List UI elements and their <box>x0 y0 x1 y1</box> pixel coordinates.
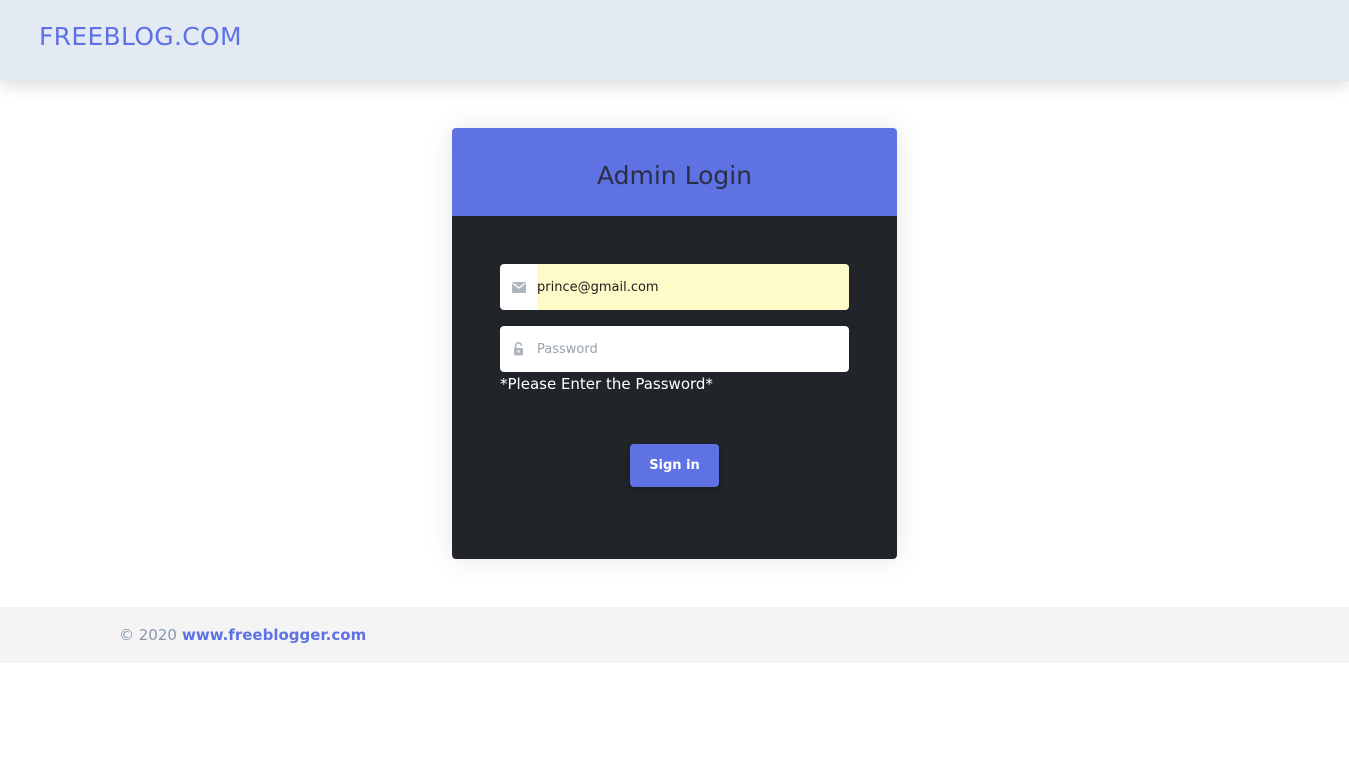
password-field-group <box>500 326 849 372</box>
footer: © 2020 www.freeblogger.com <box>0 607 1349 663</box>
envelope-icon <box>500 264 537 310</box>
copyright-text: © 2020 <box>119 626 177 644</box>
password-error-message: *Please Enter the Password* <box>500 375 713 393</box>
login-title: Admin Login <box>596 161 753 190</box>
brand-logo-link[interactable]: FREEBLOG.COM <box>39 20 242 54</box>
email-field-group <box>500 264 849 310</box>
login-card-header: Admin Login <box>452 128 897 216</box>
login-card: Admin Login *Please Enter the Passwor <box>452 128 897 559</box>
footer-website-link[interactable]: www.freeblogger.com <box>182 625 366 645</box>
sign-in-button[interactable]: Sign in <box>630 444 719 487</box>
login-card-body: *Please Enter the Password* Sign in <box>452 216 897 559</box>
password-input[interactable] <box>537 326 849 372</box>
email-input[interactable] <box>537 264 849 310</box>
top-navbar: FREEBLOG.COM <box>0 0 1349 81</box>
lock-icon <box>500 326 537 372</box>
